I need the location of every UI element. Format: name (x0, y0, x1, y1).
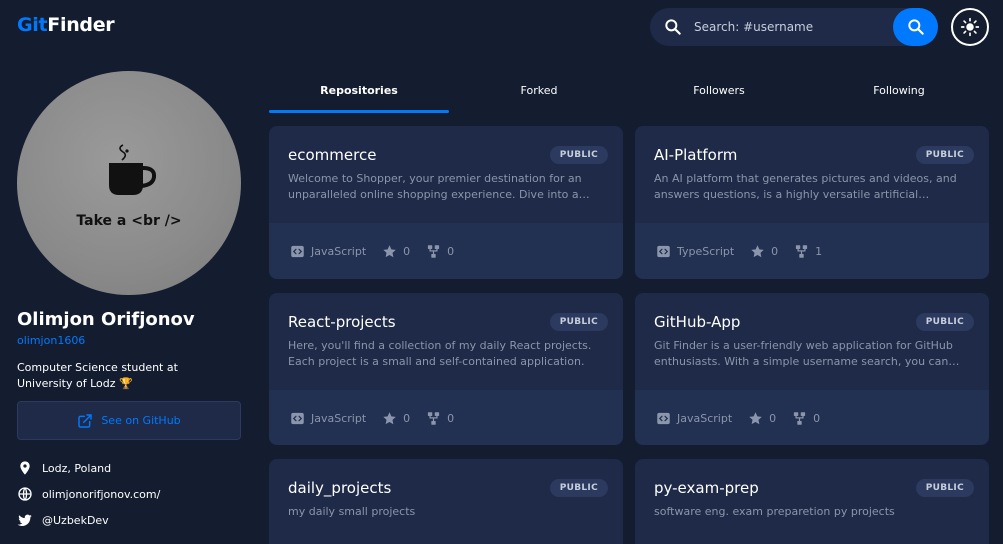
visibility-badge: PUBLIC (549, 313, 608, 331)
search-bar (650, 8, 938, 46)
repo-footer: JavaScript 0 0 (269, 223, 623, 279)
repo-forks: 0 (813, 411, 821, 425)
repo-name[interactable]: ecommerce (288, 146, 376, 164)
stars-item: 0 (750, 244, 778, 259)
code-icon (291, 412, 304, 424)
twitter-row[interactable]: @UzbekDev (17, 512, 109, 528)
see-on-github-button[interactable]: See on GitHub (17, 401, 241, 440)
fork-icon (428, 411, 440, 425)
search-input[interactable] (694, 8, 884, 46)
twitter-icon (17, 514, 32, 526)
repo-forks: 1 (815, 244, 823, 258)
repo-language: JavaScript (677, 411, 733, 425)
repo-description: Welcome to Shopper, your premier destina… (288, 172, 582, 201)
language-item: JavaScript (656, 411, 732, 426)
visibility-badge: PUBLIC (915, 146, 974, 164)
forks-item: 1 (794, 244, 822, 259)
repo-description: my daily small projects (288, 505, 416, 518)
tab-following[interactable]: Following (809, 84, 989, 97)
visibility-badge: PUBLIC (915, 479, 974, 497)
logo-accent: Git (17, 14, 48, 36)
stars-item: 0 (748, 411, 776, 426)
repo-stars: 0 (403, 411, 411, 425)
tab-forked[interactable]: Forked (449, 84, 629, 97)
tab-repositories[interactable]: Repositories (269, 84, 449, 97)
repo-name[interactable]: py-exam-prep (654, 479, 759, 497)
repo-card[interactable]: React-projects PUBLIC Here, you'll find … (269, 293, 623, 445)
logo-rest: Finder (47, 14, 115, 36)
bio-line: University of Lodz 🏆 (17, 377, 133, 390)
repo-card[interactable]: ecommerce PUBLIC Welcome to Shopper, you… (269, 126, 623, 279)
see-on-github-label: See on GitHub (101, 414, 181, 427)
repo-description: Git Finder is a user-friendly web applic… (654, 339, 953, 368)
repo-language: TypeScript (677, 244, 735, 258)
repo-card[interactable]: GitHub-App PUBLIC Git Finder is a user-f… (635, 293, 989, 445)
repo-stars: 0 (771, 244, 779, 258)
search-button-icon (907, 19, 924, 35)
search-button[interactable] (893, 8, 938, 46)
coffee-cup-icon (109, 144, 157, 195)
location-text: Lodz, Poland (42, 461, 112, 475)
location-row: Lodz, Poland (17, 460, 111, 476)
sun-icon (960, 17, 980, 37)
repo-language: JavaScript (311, 244, 367, 258)
star-icon (749, 411, 762, 424)
repo-name[interactable]: daily_projects (288, 479, 391, 497)
visibility-badge: PUBLIC (549, 146, 608, 164)
search-icon (665, 19, 681, 35)
bio-line: Computer Science student at (17, 361, 178, 374)
language-item: TypeScript (656, 244, 734, 259)
theme-toggle-button[interactable] (951, 8, 989, 46)
star-icon (383, 244, 396, 257)
repo-name[interactable]: React-projects (288, 313, 396, 331)
repo-footer: JavaScript 0 0 (635, 390, 989, 445)
language-item: JavaScript (290, 244, 366, 259)
twitter-handle[interactable]: @UzbekDev (42, 514, 109, 527)
visibility-badge: PUBLIC (549, 479, 608, 497)
repo-stars: 0 (769, 411, 777, 425)
visibility-badge: PUBLIC (915, 313, 974, 331)
forks-item: 0 (426, 411, 454, 426)
forks-item: 0 (426, 244, 454, 259)
repo-stars: 0 (403, 244, 411, 258)
repo-description: An AI platform that generates pictures a… (654, 172, 957, 201)
code-icon (657, 412, 670, 424)
repo-name[interactable]: GitHub-App (654, 313, 740, 331)
repo-card[interactable]: py-exam-prep PUBLIC software eng. exam p… (635, 459, 989, 544)
code-icon (657, 245, 670, 257)
repo-footer: TypeScript 0 1 (635, 223, 989, 279)
active-tab-indicator (269, 110, 449, 113)
forks-item: 0 (792, 411, 820, 426)
globe-icon (18, 487, 32, 501)
profile-login-link[interactable]: olimjon1606 (17, 334, 85, 347)
repo-name[interactable]: AI-Platform (654, 146, 737, 164)
fork-icon (428, 244, 440, 258)
app-logo[interactable]: GitFinder (17, 14, 115, 36)
website-link[interactable]: olimjonorifjonov.com/ (42, 488, 160, 501)
location-pin-icon (20, 461, 30, 475)
repo-footer: JavaScript 0 0 (269, 390, 623, 445)
repo-description: Here, you'll find a collection of my dai… (288, 339, 592, 368)
star-icon (751, 244, 764, 257)
profile-bio: Computer Science student at University o… (17, 360, 217, 392)
repo-card[interactable]: daily_projects PUBLIC my daily small pro… (269, 459, 623, 544)
repo-forks: 0 (447, 244, 455, 258)
code-icon (291, 245, 304, 257)
stars-item: 0 (382, 411, 410, 426)
repo-description: software eng. exam preparetion py projec… (654, 505, 895, 518)
fork-icon (794, 411, 806, 425)
stars-item: 0 (382, 244, 410, 259)
avatar: Take a <br /> (17, 71, 241, 295)
language-item: JavaScript (290, 411, 366, 426)
profile-name: Olimjon Orifjonov (17, 309, 195, 330)
repo-language: JavaScript (311, 411, 367, 425)
repo-forks: 0 (447, 411, 455, 425)
tab-followers[interactable]: Followers (629, 84, 809, 97)
repo-card[interactable]: AI-Platform PUBLIC An AI platform that g… (635, 126, 989, 279)
website-row[interactable]: olimjonorifjonov.com/ (17, 486, 160, 502)
star-icon (383, 411, 396, 424)
external-link-icon (78, 413, 93, 428)
avatar-caption: Take a <br /> (76, 213, 182, 229)
fork-icon (796, 244, 808, 258)
